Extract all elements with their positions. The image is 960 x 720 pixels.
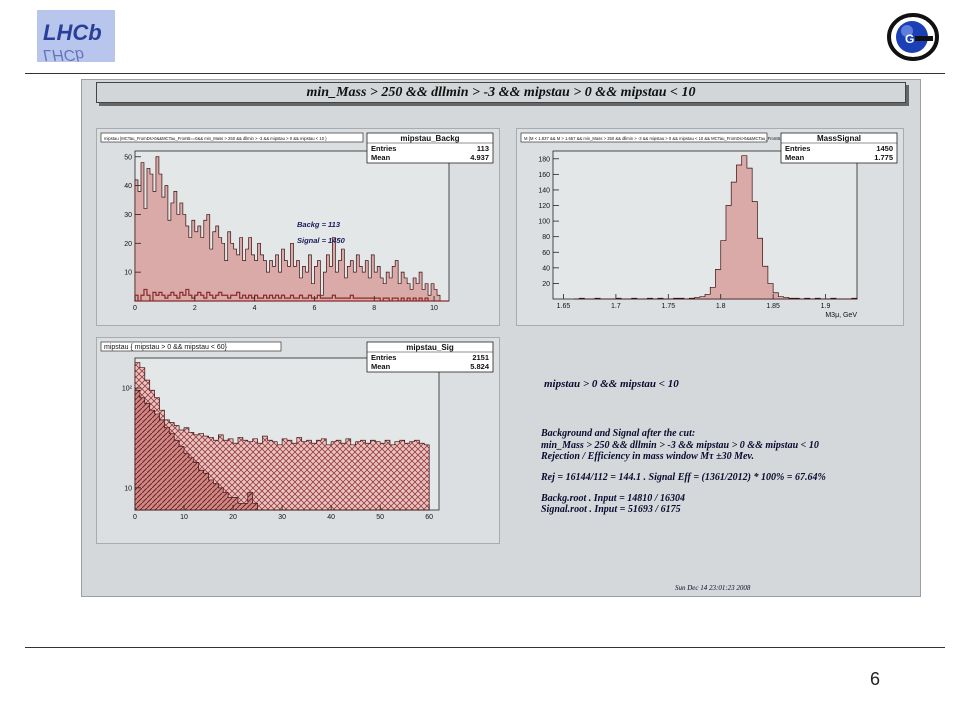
pad-mipstau-sig: mipstau { mipstau > 0 && mipstau < 60} 0 1… <box>96 337 500 544</box>
note-cut: mipstau > 0 && mipstau < 10 <box>544 378 679 390</box>
y-tick-label: 160 <box>538 172 550 179</box>
stats-entries-value: 113 <box>477 144 489 153</box>
y-tick-label: 20 <box>124 241 132 248</box>
annotation-backg: Backg = 113 <box>297 220 341 229</box>
y-tick-label: 50 <box>124 154 132 161</box>
canvas-timestamp: Sun Dec 14 23:01:23 2008 <box>675 584 751 592</box>
stats-name: mipstau_Sig <box>406 343 454 352</box>
top-rule <box>25 73 945 74</box>
pad-mipstau-backg: mipstau {MCTau_FromDs>0&&MCTau_FromB==0&… <box>96 128 500 326</box>
chart-mipstau-backg: mipstau {MCTau_FromDs>0&&MCTau_FromB==0&… <box>100 132 494 312</box>
y-tick-label: 120 <box>538 203 550 210</box>
x-tick-label: 0 <box>133 305 137 312</box>
x-tick-label: 30 <box>278 514 286 521</box>
y-tick-label: 40 <box>124 183 132 190</box>
stats-mean-value: 5.824 <box>470 362 490 371</box>
x-tick-label: 40 <box>327 514 335 521</box>
y-tick-label: 10² <box>122 386 133 393</box>
y-tick-label: 30 <box>124 212 132 219</box>
lhcb-logo-reflection: LHCb <box>43 46 84 62</box>
pad-mass-signal: M {M < 1.837 && M > 1.657 && min_Mass > … <box>516 128 904 326</box>
x-tick-label: 10 <box>180 514 188 521</box>
x-axis-label: M3μ, GeV <box>825 312 857 319</box>
x-tick-label: 20 <box>229 514 237 521</box>
x-tick-label: 8 <box>372 305 376 312</box>
x-tick-label: 50 <box>376 514 384 521</box>
x-tick-label: 60 <box>425 514 433 521</box>
pad-title: M {M < 1.837 && M > 1.657 && min_Mass > … <box>524 136 789 141</box>
note-signal-input: Signal.root . Input = 51693 / 6175 <box>541 504 681 515</box>
chart-mass-signal: M {M < 1.837 && M > 1.657 && min_Mass > … <box>520 132 898 319</box>
x-tick-label: 2 <box>193 305 197 312</box>
canvas-title: min_Mass > 250 && dllmin > -3 && mipstau… <box>96 82 906 103</box>
x-tick-label: 1.65 <box>557 303 571 310</box>
x-tick-label: 4 <box>253 305 257 312</box>
stats-entries-label: Entries <box>785 144 810 153</box>
y-tick-label: 180 <box>538 156 550 163</box>
stats-mean-value: 4.937 <box>470 153 489 162</box>
note-backg-input: Backg.root . Input = 14810 / 16304 <box>541 493 686 504</box>
bottom-rule <box>25 647 945 648</box>
g-logo-icon: G <box>885 12 941 62</box>
plot-frame <box>552 150 858 300</box>
note-heading: Background and Signal after the cut: <box>541 428 696 439</box>
lhcb-logo: LHCb LHCb <box>37 10 115 63</box>
y-tick-label: 60 <box>542 250 550 257</box>
note-selection: min_Mass > 250 && dllmin > -3 && mipstau… <box>541 440 819 451</box>
y-tick-label: 80 <box>542 234 550 241</box>
pad-title: mipstau { mipstau > 0 && mipstau < 60} <box>104 344 228 351</box>
x-tick-label: 1.85 <box>766 303 780 310</box>
y-tick-label: 10 <box>124 270 132 277</box>
note-window: Rejection / Efficiency in mass window Mτ… <box>541 451 754 462</box>
x-tick-label: 0 <box>133 514 137 521</box>
stats-entries-label: Entries <box>371 144 396 153</box>
stats-entries-value: 1450 <box>876 144 893 153</box>
note-rejection: Rej = 16144/112 = 144.1 . Signal Eff = (… <box>541 472 826 483</box>
chart-mipstau-sig: mipstau { mipstau > 0 && mipstau < 60} 0 1… <box>100 341 494 521</box>
stats-entries-value: 2151 <box>472 353 489 362</box>
g-logo-text: G <box>905 32 914 46</box>
stats-name: mipstau_Backg <box>400 134 459 143</box>
y-tick-label: 40 <box>542 265 550 272</box>
stats-name: MassSignal <box>817 134 861 143</box>
page-number: 6 <box>869 669 880 689</box>
y-tick-label: 100 <box>538 219 550 226</box>
x-tick-label: 6 <box>312 305 316 312</box>
lhcb-logo-text: LHCb <box>43 20 102 45</box>
stats-entries-label: Entries <box>371 353 396 362</box>
y-tick-label: 20 <box>542 281 550 288</box>
x-tick-label: 1.9 <box>821 303 831 310</box>
x-tick-label: 1.7 <box>611 303 621 310</box>
stats-mean-label: Mean <box>371 362 391 371</box>
pad-title: mipstau {MCTau_FromDs>0&&MCTau_FromB==0&… <box>104 136 327 141</box>
stats-mean-label: Mean <box>371 153 391 162</box>
x-tick-label: 1.8 <box>716 303 726 310</box>
y-tick-label: 140 <box>538 187 550 194</box>
x-tick-label: 10 <box>430 305 438 312</box>
stats-mean-label: Mean <box>785 153 805 162</box>
y-tick-label: 10 <box>124 485 132 492</box>
x-tick-label: 1.75 <box>661 303 675 310</box>
annotation-signal: Signal = 1450 <box>297 236 346 245</box>
stats-mean-value: 1.775 <box>874 153 893 162</box>
